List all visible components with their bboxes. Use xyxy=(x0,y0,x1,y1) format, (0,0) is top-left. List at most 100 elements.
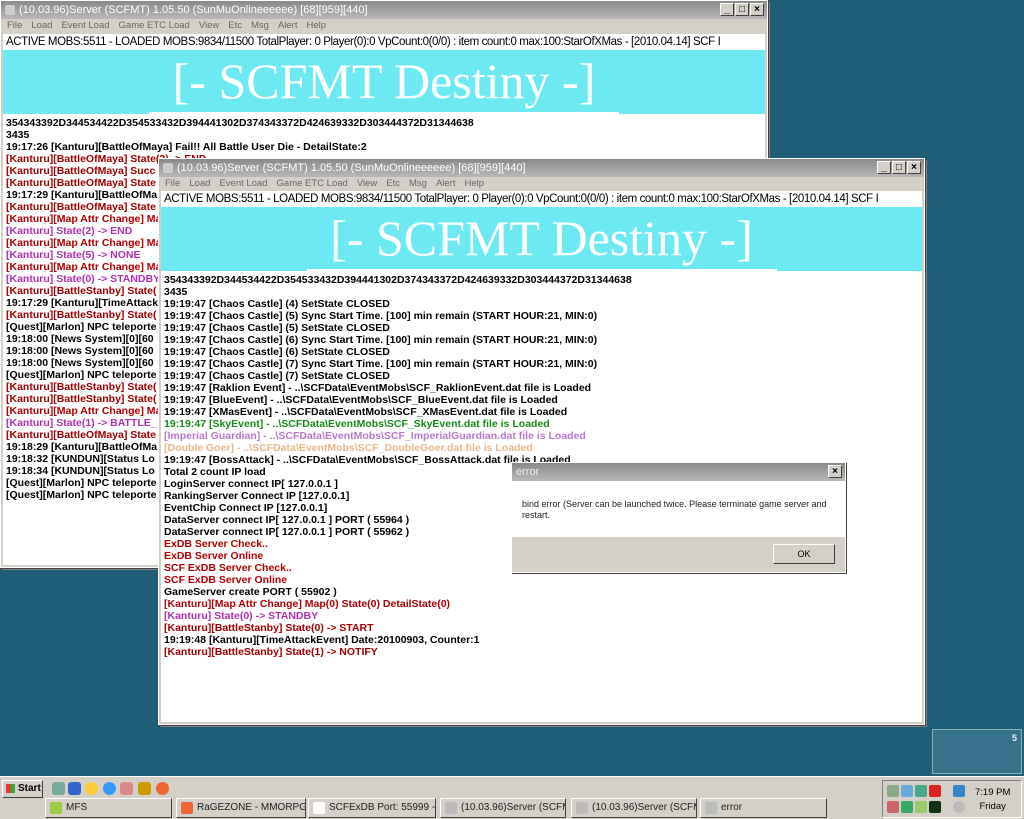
app-icon xyxy=(163,163,173,173)
close-button[interactable]: × xyxy=(828,465,842,478)
razer-icon[interactable] xyxy=(929,801,941,813)
taskbar-button[interactable]: MFS xyxy=(45,798,172,818)
tray-icon[interactable] xyxy=(887,785,899,797)
log-line: 19:19:47 [Chaos Castle] (7) Sync Start T… xyxy=(164,358,598,370)
menu-item[interactable]: Event Load xyxy=(219,178,267,189)
menu-item[interactable]: Msg xyxy=(409,178,427,189)
widget-count: 5 xyxy=(1011,733,1017,743)
start-button[interactable]: Start xyxy=(2,780,43,798)
taskbar-button[interactable]: RaGEZONE - MMORPG s... xyxy=(176,798,306,818)
clock-time: 7:19 PM xyxy=(975,787,1011,798)
log-line: 354343392D344534422D354533432D394441302D… xyxy=(6,117,474,129)
error-dialog: error × bind error (Server can be launch… xyxy=(511,462,846,573)
taskbar-button-label: SCFExDB Port: 55999 - V... xyxy=(329,802,436,813)
menu-item[interactable]: Etc xyxy=(386,178,400,189)
log-line: [Double Goer] - ..\SCFData\EventMobs\SCF… xyxy=(164,442,533,454)
title-bar[interactable]: (10.03.96)Server (SCFMT) 1.05.50 (SunMuO… xyxy=(159,159,924,177)
menu-item[interactable]: Alert xyxy=(436,178,456,189)
taskbar-button[interactable]: error xyxy=(700,798,827,818)
title-bar[interactable]: (10.03.96)Server (SCFMT) 1.05.50 (SunMuO… xyxy=(1,1,767,19)
dialog-message: bind error (Server can be launched twice… xyxy=(512,481,845,537)
tray-icon[interactable] xyxy=(901,785,913,797)
log-line: 19:19:48 [Kanturu][TimeAttackEvent] Date… xyxy=(164,634,480,646)
network-connection-icon[interactable] xyxy=(953,785,965,797)
menu-item[interactable]: Alert xyxy=(278,20,298,31)
log-line: GameServer create PORT ( 55902 ) xyxy=(164,586,337,598)
show-desktop-icon[interactable] xyxy=(52,782,65,795)
maximize-button[interactable]: □ xyxy=(735,3,749,16)
menu-item[interactable]: Event Load xyxy=(61,20,109,31)
app-icon xyxy=(5,5,15,15)
taskbar-button-label: error xyxy=(721,802,743,813)
log-line: 19:19:47 [Chaos Castle] (4) SetState CLO… xyxy=(164,298,390,310)
close-button[interactable]: × xyxy=(907,161,921,174)
status-line: ACTIVE MOBS:5511 - LOADED MOBS:9834/1150… xyxy=(164,193,879,205)
menu-item[interactable]: Game ETC Load xyxy=(119,20,190,31)
status-line: ACTIVE MOBS:5511 - LOADED MOBS:9834/1150… xyxy=(6,36,721,48)
menu-item[interactable]: Load xyxy=(31,20,52,31)
close-button[interactable]: × xyxy=(750,3,764,16)
window-title: (10.03.96)Server (SCFMT) 1.05.50 (SunMuO… xyxy=(177,162,526,174)
log-line: 3435 xyxy=(164,286,188,298)
log-line: [Imperial Guardian] - ..\SCFData\EventMo… xyxy=(164,430,586,442)
dialog-title: error xyxy=(516,466,540,478)
messenger-icon[interactable] xyxy=(85,782,98,795)
menu-item[interactable]: Msg xyxy=(251,20,269,31)
banner: [- SCFMT Destiny -] xyxy=(161,207,922,271)
window-icon xyxy=(181,802,193,814)
menu-item[interactable]: File xyxy=(165,178,180,189)
dialog-title-bar[interactable]: error × xyxy=(512,463,845,481)
tray-icon[interactable] xyxy=(915,785,927,797)
menu-bar: File Load Event Load Game ETC Load View Etc Ms… xyxy=(159,177,924,191)
taskbar-button[interactable]: SCFExDB Port: 55999 - V... xyxy=(308,798,436,818)
banner-text: [- SCFMT Destiny -] xyxy=(3,52,765,114)
ok-button[interactable]: OK xyxy=(773,544,835,564)
log-line: [Kanturu][Map Attr Change] Map(0) State(… xyxy=(164,598,451,610)
log-line: 19:19:47 [Chaos Castle] (6) SetState CLO… xyxy=(164,346,390,358)
menu-item[interactable]: File xyxy=(7,20,22,31)
log-line: 19:19:47 [BlueEvent] - ..\SCFData\EventM… xyxy=(164,394,558,406)
ie-icon[interactable] xyxy=(103,782,116,795)
menu-item[interactable]: View xyxy=(357,178,377,189)
taskbar-button-label: (10.03.96)Server (SCFM... xyxy=(592,802,696,813)
tray-icon[interactable] xyxy=(915,801,927,813)
log-line: [Kanturu][BattleStanby] State(0) -> STAR… xyxy=(164,622,374,634)
log-line: SCF ExDB Server Online xyxy=(164,574,288,586)
taskbar-button[interactable]: (10.03.96)Server (SCFM... xyxy=(571,798,697,818)
clock[interactable]: 7:19 PM Friday xyxy=(975,786,1010,814)
front-server-window[interactable]: (10.03.96)Server (SCFMT) 1.05.50 (SunMuO… xyxy=(158,158,925,725)
taskbar-button[interactable]: (10.03.96)Server (SCFM... xyxy=(440,798,566,818)
maximize-button[interactable]: □ xyxy=(892,161,906,174)
monitor-icon[interactable] xyxy=(68,782,81,795)
window-icon xyxy=(445,802,457,814)
banner-text: [- SCFMT Destiny -] xyxy=(161,209,922,271)
log-line: 3435 xyxy=(6,129,30,141)
network-icon[interactable] xyxy=(901,801,913,813)
banner: [- SCFMT Destiny -] xyxy=(3,50,765,114)
log-line: 19:19:47 [Chaos Castle] (7) SetState CLO… xyxy=(164,370,390,382)
minimize-button[interactable]: _ xyxy=(720,3,734,16)
desktop-widget[interactable]: 5 xyxy=(932,729,1022,774)
menu-item[interactable]: View xyxy=(199,20,219,31)
menu-bar: File Load Event Load Game ETC Load View Etc Ms… xyxy=(1,19,767,33)
window-icon xyxy=(313,802,325,814)
firefox-icon[interactable] xyxy=(156,782,169,795)
app-icon[interactable] xyxy=(138,782,151,795)
menu-item[interactable]: Load xyxy=(189,178,210,189)
system-tray: 7:19 PM Friday xyxy=(882,780,1022,818)
speaker-icon[interactable] xyxy=(887,801,899,813)
log-line: 19:17:26 [Kanturu][BattleOfMaya] Fail!! … xyxy=(6,141,367,153)
log-line: 19:19:47 [Chaos Castle] (5) SetState CLO… xyxy=(164,322,390,334)
ati-icon[interactable] xyxy=(929,785,941,797)
app-icon[interactable] xyxy=(120,782,133,795)
log-line: 19:19:47 [Chaos Castle] (5) Sync Start T… xyxy=(164,310,598,322)
menu-item[interactable]: Etc xyxy=(228,20,242,31)
volume-icon[interactable] xyxy=(953,801,965,813)
menu-item[interactable]: Game ETC Load xyxy=(277,178,348,189)
minimize-button[interactable]: _ xyxy=(877,161,891,174)
taskbar: Start MFS RaGEZONE - MMORPG s... SCFExDB P… xyxy=(0,776,1024,819)
menu-item[interactable]: Help xyxy=(464,178,484,189)
console-area: ACTIVE MOBS:5511 - LOADED MOBS:9834/1150… xyxy=(161,191,922,722)
menu-item[interactable]: Help xyxy=(306,20,326,31)
window-icon xyxy=(705,802,717,814)
